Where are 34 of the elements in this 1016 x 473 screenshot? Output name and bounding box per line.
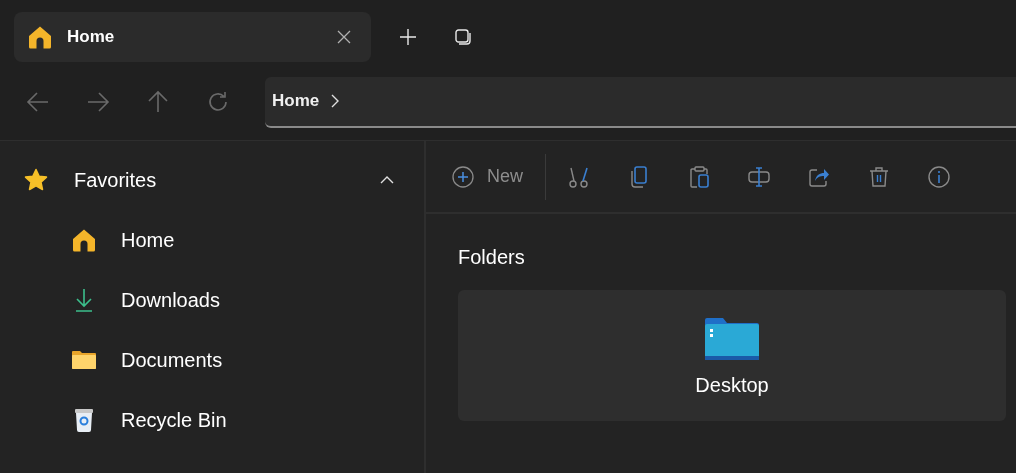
plus-icon[interactable] (400, 29, 416, 45)
house-icon (28, 25, 52, 49)
chevron-right-icon[interactable] (331, 94, 340, 108)
sidebar-item[interactable]: Downloads (121, 288, 220, 312)
section-heading: Folders (458, 246, 526, 269)
close-icon[interactable] (337, 30, 351, 44)
chevron-up-icon[interactable] (380, 176, 394, 184)
info-icon[interactable] (928, 165, 950, 188)
paste-icon[interactable] (688, 165, 710, 188)
rename-icon[interactable] (748, 165, 770, 188)
duplicate-tab-icon[interactable] (455, 29, 471, 45)
copy-icon[interactable] (628, 165, 650, 188)
sidebar-item[interactable]: Home (121, 228, 175, 252)
desktop-folder-icon (705, 318, 759, 360)
sidebar-item[interactable]: Recycle Bin (121, 408, 227, 432)
scissors-icon[interactable] (568, 165, 590, 188)
download-icon (75, 288, 93, 312)
house-icon (72, 228, 96, 252)
new-button[interactable]: New (452, 165, 523, 188)
forward-arrow-icon[interactable] (86, 90, 110, 114)
star-icon (24, 168, 48, 192)
address-bar[interactable]: Home (265, 76, 1016, 128)
back-arrow-icon[interactable] (26, 90, 50, 114)
plus-circle-icon (452, 165, 474, 188)
section-label[interactable]: Favorites (74, 168, 380, 192)
trash-icon[interactable] (868, 165, 890, 188)
refresh-icon[interactable] (206, 90, 230, 114)
tab[interactable]: Home (14, 12, 371, 62)
folder-card[interactable]: Desktop (458, 290, 1006, 421)
recycle-bin-icon (74, 408, 94, 432)
up-arrow-icon[interactable] (146, 90, 170, 114)
sidebar-item[interactable]: Documents (121, 348, 223, 372)
folder-icon (72, 351, 96, 369)
breadcrumb[interactable]: Home (272, 91, 320, 111)
